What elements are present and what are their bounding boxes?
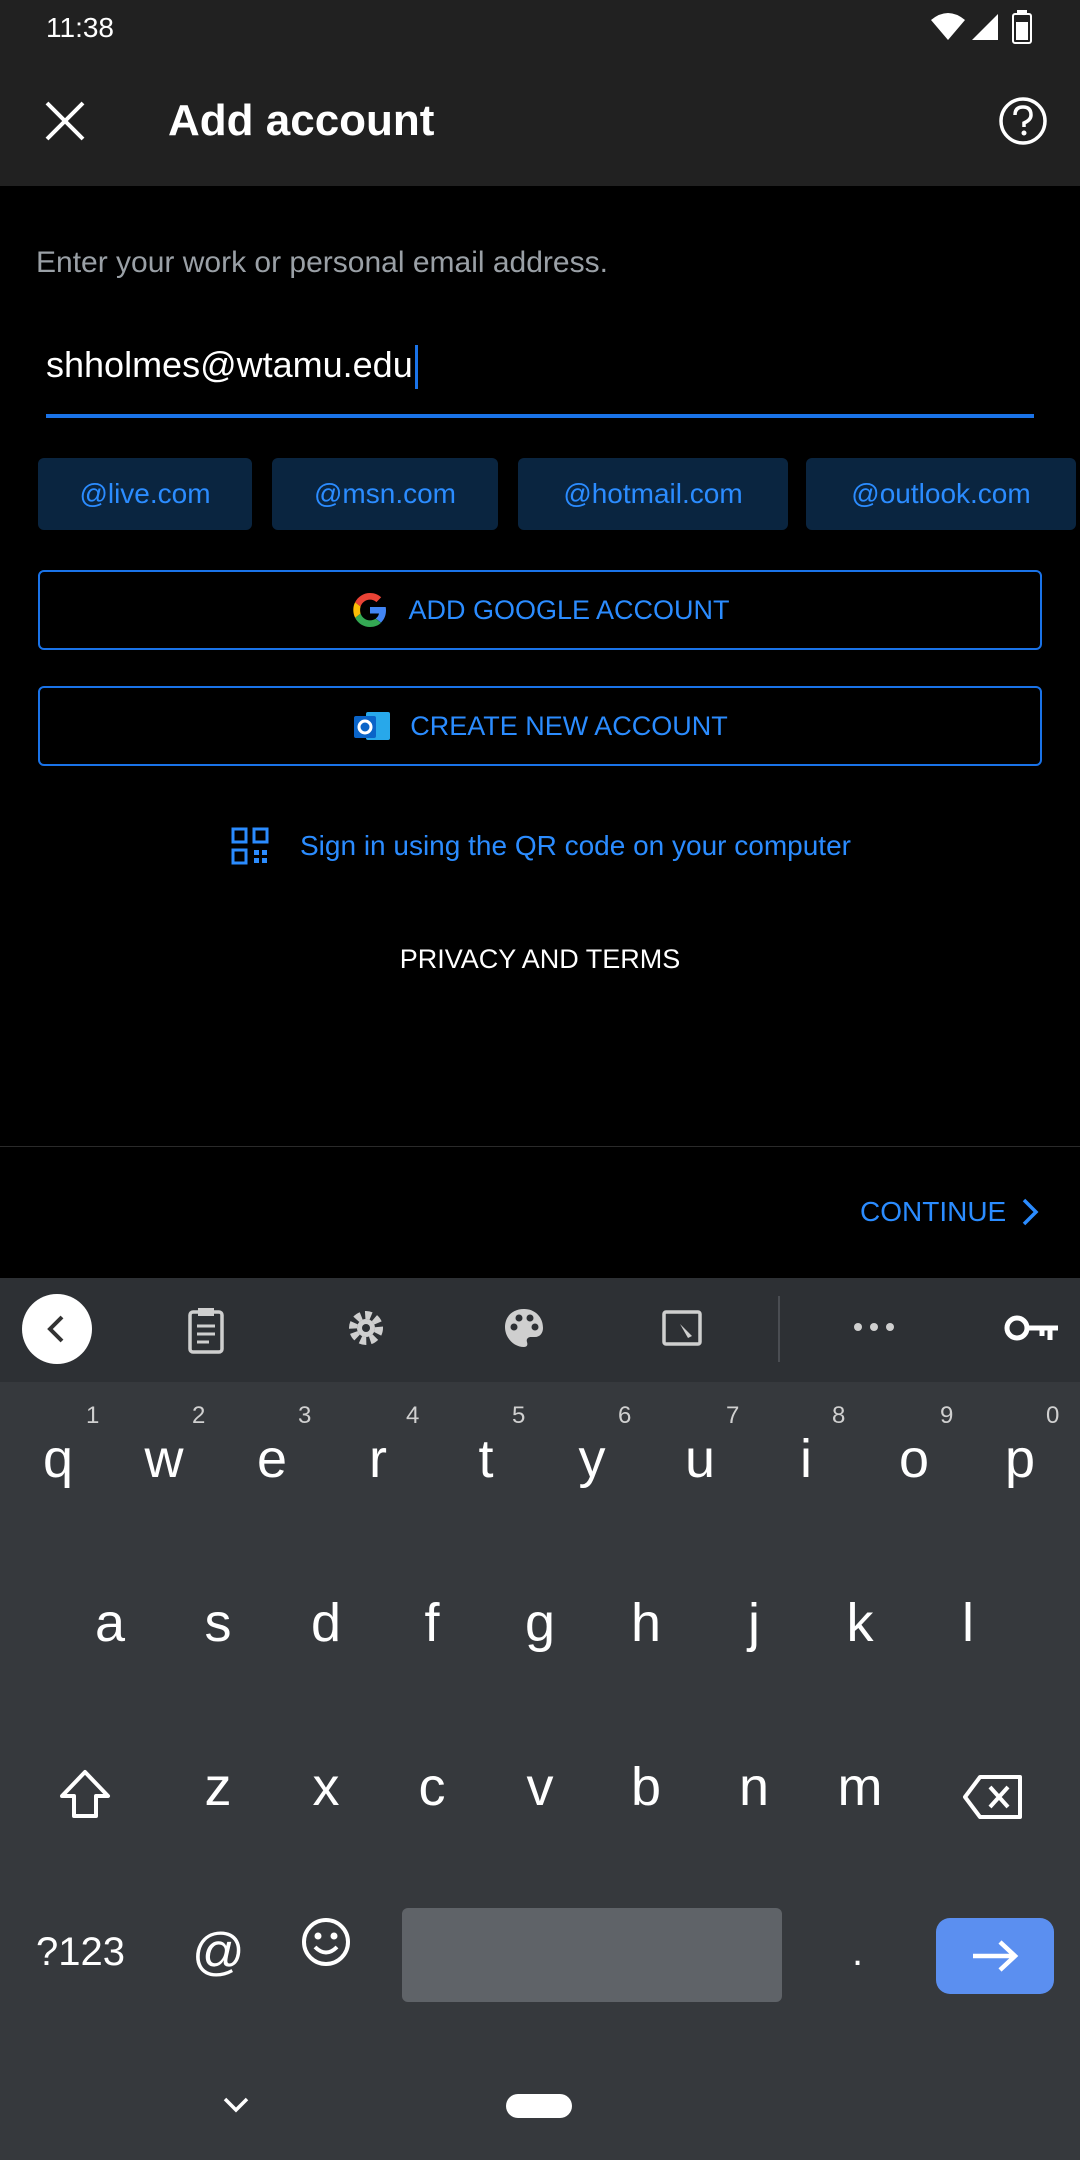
signal-icon bbox=[972, 14, 998, 40]
battery-icon bbox=[1012, 10, 1032, 44]
status-bar: 11:38 bbox=[0, 0, 1080, 56]
key-h[interactable]: h bbox=[592, 1592, 700, 1654]
qr-signin-link[interactable]: Sign in using the QR code on your comput… bbox=[230, 826, 851, 866]
key-y[interactable]: y bbox=[538, 1428, 646, 1490]
key-c[interactable]: c bbox=[378, 1756, 486, 1818]
continue-label: CONTINUE bbox=[860, 1196, 1007, 1227]
hint-7: 7 bbox=[726, 1402, 740, 1429]
close-icon[interactable] bbox=[44, 100, 86, 142]
key-n[interactable]: n bbox=[700, 1756, 808, 1818]
key-s[interactable]: s bbox=[164, 1592, 272, 1654]
app-bar: Add account bbox=[0, 56, 1080, 186]
chip-msn[interactable]: @msn.com bbox=[272, 458, 498, 530]
emoji-icon[interactable] bbox=[300, 1916, 352, 1968]
hide-keyboard-icon[interactable] bbox=[222, 2096, 250, 2114]
key-u[interactable]: u bbox=[646, 1428, 754, 1490]
keyboard-toolbar bbox=[0, 1278, 1080, 1382]
more-options-icon[interactable] bbox=[852, 1320, 896, 1334]
add-google-label: ADD GOOGLE ACCOUNT bbox=[408, 594, 730, 625]
key-a[interactable]: a bbox=[56, 1592, 164, 1654]
help-icon[interactable] bbox=[998, 96, 1048, 146]
qr-link-label: Sign in using the QR code on your comput… bbox=[300, 830, 851, 861]
text-cursor bbox=[414, 345, 418, 390]
hint-6: 6 bbox=[618, 1402, 632, 1429]
key-v[interactable]: v bbox=[486, 1756, 594, 1818]
key-b[interactable]: b bbox=[592, 1756, 700, 1818]
hint-1: 1 bbox=[86, 1402, 100, 1429]
key-q[interactable]: q bbox=[4, 1428, 112, 1490]
password-key-icon[interactable] bbox=[1004, 1312, 1060, 1344]
key-l[interactable]: l bbox=[914, 1592, 1022, 1654]
qr-code-icon bbox=[231, 827, 269, 865]
key-i[interactable]: i bbox=[752, 1428, 860, 1490]
hint-0: 0 bbox=[1046, 1402, 1060, 1429]
chevron-left-icon bbox=[47, 1315, 64, 1343]
arrow-right-icon bbox=[973, 1940, 1019, 1972]
keyboard: 1 2 3 4 5 6 7 8 9 0 q w e r t y u i o p … bbox=[0, 1382, 1080, 2160]
backspace-icon[interactable] bbox=[962, 1774, 1024, 1820]
chip-outlook[interactable]: @outlook.com bbox=[806, 458, 1076, 530]
at-key[interactable]: @ bbox=[192, 1922, 245, 1982]
one-handed-mode-icon[interactable] bbox=[660, 1306, 704, 1350]
key-m[interactable]: m bbox=[806, 1756, 914, 1818]
hint-5: 5 bbox=[512, 1402, 526, 1429]
chip-live[interactable]: @live.com bbox=[38, 458, 252, 530]
key-w[interactable]: w bbox=[110, 1428, 218, 1490]
privacy-terms-link[interactable]: PRIVACY AND TERMS bbox=[0, 944, 1080, 975]
key-f[interactable]: f bbox=[378, 1592, 486, 1654]
key-t[interactable]: t bbox=[432, 1428, 540, 1490]
hint-2: 2 bbox=[192, 1402, 206, 1429]
add-google-account-button[interactable]: ADD GOOGLE ACCOUNT bbox=[38, 570, 1042, 650]
theme-palette-icon[interactable] bbox=[502, 1306, 546, 1350]
key-o[interactable]: o bbox=[860, 1428, 968, 1490]
email-input[interactable]: shholmes@wtamu.edu bbox=[46, 344, 418, 390]
hint-4: 4 bbox=[406, 1402, 420, 1429]
key-g[interactable]: g bbox=[486, 1592, 594, 1654]
space-key[interactable] bbox=[402, 1908, 782, 2002]
symbols-key[interactable]: ?123 bbox=[36, 1930, 125, 1975]
shift-icon[interactable] bbox=[58, 1768, 112, 1822]
hint-8: 8 bbox=[832, 1402, 846, 1429]
enter-key[interactable] bbox=[936, 1918, 1054, 1994]
hint-3: 3 bbox=[298, 1402, 312, 1429]
email-prompt: Enter your work or personal email addres… bbox=[36, 246, 608, 279]
key-k[interactable]: k bbox=[806, 1592, 914, 1654]
toolbar-divider bbox=[778, 1296, 780, 1362]
period-key[interactable]: . bbox=[852, 1930, 863, 1975]
chip-hotmail[interactable]: @hotmail.com bbox=[518, 458, 788, 530]
google-icon bbox=[353, 593, 387, 627]
home-gesture-pill[interactable] bbox=[506, 2094, 572, 2118]
key-z[interactable]: z bbox=[164, 1756, 272, 1818]
clipboard-icon[interactable] bbox=[186, 1306, 226, 1354]
wifi-icon bbox=[931, 13, 965, 40]
continue-button[interactable]: CONTINUE bbox=[860, 1196, 1040, 1228]
create-new-account-button[interactable]: CREATE NEW ACCOUNT bbox=[38, 686, 1042, 766]
key-r[interactable]: r bbox=[324, 1428, 432, 1490]
key-j[interactable]: j bbox=[700, 1592, 808, 1654]
create-account-label: CREATE NEW ACCOUNT bbox=[410, 710, 728, 741]
hint-9: 9 bbox=[940, 1402, 954, 1429]
page-title: Add account bbox=[168, 96, 435, 145]
outlook-icon bbox=[354, 712, 391, 740]
key-p[interactable]: p bbox=[966, 1428, 1074, 1490]
status-time: 11:38 bbox=[46, 12, 114, 43]
divider bbox=[0, 1146, 1080, 1147]
collapse-toolbar-button[interactable] bbox=[22, 1294, 92, 1364]
key-x[interactable]: x bbox=[272, 1756, 380, 1818]
chevron-right-icon bbox=[1022, 1198, 1039, 1226]
email-value: shholmes@wtamu.edu bbox=[46, 344, 413, 385]
key-d[interactable]: d bbox=[272, 1592, 380, 1654]
settings-gear-icon[interactable] bbox=[344, 1306, 388, 1350]
email-underline bbox=[46, 414, 1034, 418]
key-e[interactable]: e bbox=[218, 1428, 326, 1490]
